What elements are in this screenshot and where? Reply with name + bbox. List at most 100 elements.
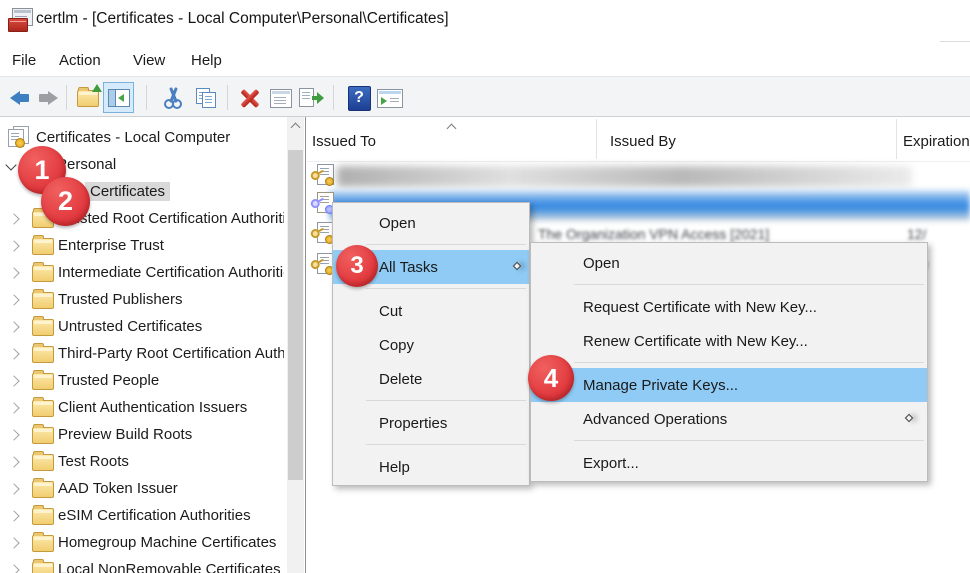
folder-icon (32, 262, 54, 282)
copy-button[interactable] (193, 85, 219, 111)
submenu-request-certificate[interactable]: Request Certificate with New Key... (531, 290, 927, 324)
collapsed-chevron-icon[interactable] (8, 401, 20, 414)
scrollbar-thumb[interactable] (288, 150, 303, 480)
folder-icon (32, 532, 54, 552)
folder-icon (32, 370, 54, 390)
collapsed-chevron-icon[interactable] (8, 455, 20, 468)
submenu-advanced-operations[interactable]: Advanced Operations (531, 402, 927, 436)
certlm-app-icon (8, 8, 34, 32)
new-window-button[interactable] (377, 85, 403, 111)
copy-icon (194, 87, 218, 109)
cut-icon (161, 86, 185, 110)
help-icon: ? (347, 85, 371, 111)
submenu-arrow-icon (512, 261, 522, 271)
title-bar: certlm - [Certificates - Local Computer\… (0, 0, 970, 46)
collapsed-chevron-icon[interactable] (8, 536, 20, 549)
decorative-line (940, 41, 970, 42)
context-menu-properties[interactable]: Properties (333, 406, 529, 440)
window-title: certlm - [Certificates - Local Computer\… (36, 10, 449, 27)
column-separator[interactable] (596, 119, 597, 159)
menu-separator (574, 284, 924, 285)
submenu-export[interactable]: Export... (531, 446, 927, 480)
collapsed-chevron-icon[interactable] (8, 212, 20, 225)
menu-separator (574, 440, 924, 441)
tree-item-untrusted[interactable]: Untrusted Certificates (0, 313, 305, 340)
tree-item-aad-token[interactable]: AAD Token Issuer (0, 475, 305, 502)
tree-item-local-nonremovable[interactable]: Local NonRemovable Certificates (0, 556, 305, 573)
tree-item-homegroup[interactable]: Homegroup Machine Certificates (0, 529, 305, 556)
forward-icon (38, 91, 58, 105)
context-menu-delete[interactable]: Delete (333, 362, 529, 396)
tree-vertical-scrollbar[interactable] (287, 117, 304, 573)
collapsed-chevron-icon[interactable] (8, 374, 20, 387)
back-button[interactable] (6, 85, 32, 111)
expand-chevron-icon[interactable] (5, 158, 17, 171)
collapsed-chevron-icon[interactable] (8, 320, 20, 333)
context-menu-copy[interactable]: Copy (333, 328, 529, 362)
collapsed-chevron-icon[interactable] (8, 239, 20, 252)
toolbar-separator (146, 85, 147, 110)
submenu-renew-certificate[interactable]: Renew Certificate with New Key... (531, 324, 927, 358)
properties-icon (270, 88, 292, 108)
tree-item-test-roots[interactable]: Test Roots (0, 448, 305, 475)
export-list-button[interactable] (298, 85, 324, 111)
menu-action[interactable]: Action (55, 50, 105, 71)
collapsed-chevron-icon[interactable] (8, 266, 20, 279)
menu-separator (366, 444, 526, 445)
up-one-level-button[interactable] (75, 83, 102, 111)
menu-file[interactable]: File (8, 50, 40, 71)
toolbar-separator (66, 85, 67, 110)
tree-item-trusted-publishers[interactable]: Trusted Publishers (0, 286, 305, 313)
certificate-key-icon (311, 163, 335, 188)
context-menu-help[interactable]: Help (333, 450, 529, 484)
tree-item-intermediate[interactable]: Intermediate Certification Authorities (0, 259, 305, 286)
list-header: Issued To Issued By Expiration (307, 117, 970, 162)
delete-icon (238, 86, 262, 110)
step-annotation-2: 2 (41, 177, 90, 226)
menu-bar: File Action View Help (0, 46, 970, 76)
help-button[interactable]: ? (346, 85, 372, 111)
tree-item-esim[interactable]: eSIM Certification Authorities (0, 502, 305, 529)
menu-view[interactable]: View (129, 50, 169, 71)
forward-button[interactable] (35, 85, 61, 111)
folder-icon (32, 316, 54, 336)
scroll-up-icon[interactable] (290, 122, 301, 133)
toolbar-separator (333, 85, 334, 110)
show-hide-console-tree-button[interactable] (103, 82, 134, 113)
collapsed-chevron-icon[interactable] (8, 293, 20, 306)
collapsed-chevron-icon[interactable] (8, 482, 20, 495)
submenu-manage-private-keys[interactable]: Manage Private Keys... (531, 368, 927, 402)
context-menu-open[interactable]: Open (333, 206, 529, 240)
collapsed-chevron-icon[interactable] (8, 563, 20, 573)
context-menu-cut[interactable]: Cut (333, 294, 529, 328)
folder-icon (32, 424, 54, 444)
menu-separator (366, 244, 526, 245)
menu-separator (574, 362, 924, 363)
back-icon (9, 91, 29, 105)
submenu-open[interactable]: Open (531, 246, 927, 280)
menu-separator (366, 288, 526, 289)
column-separator[interactable] (896, 119, 897, 159)
tree-item-preview-build[interactable]: Preview Build Roots (0, 421, 305, 448)
tree-item-enterprise-trust[interactable]: Enterprise Trust (0, 232, 305, 259)
tree-item-client-auth[interactable]: Client Authentication Issuers (0, 394, 305, 421)
folder-icon (32, 397, 54, 417)
delete-button[interactable] (237, 85, 263, 111)
menu-help[interactable]: Help (187, 50, 226, 71)
properties-button[interactable] (268, 85, 294, 111)
tree-item-trusted-people[interactable]: Trusted People (0, 367, 305, 394)
collapsed-chevron-icon[interactable] (8, 347, 20, 360)
step-annotation-4: 4 (528, 355, 574, 401)
column-issued-to[interactable]: Issued To (312, 133, 376, 150)
blurred-row-text: The Organization VPN Access [2021] (538, 226, 770, 242)
up-one-level-icon (77, 83, 102, 107)
collapsed-chevron-icon[interactable] (8, 428, 20, 441)
export-list-icon (298, 88, 324, 108)
folder-icon (32, 451, 54, 471)
cut-button[interactable] (160, 85, 186, 111)
column-issued-by[interactable]: Issued By (610, 133, 676, 150)
folder-icon (32, 343, 54, 363)
column-expiration[interactable]: Expiration (903, 133, 970, 150)
collapsed-chevron-icon[interactable] (8, 509, 20, 522)
tree-item-third-party[interactable]: Third-Party Root Certification Authoriti… (0, 340, 305, 367)
